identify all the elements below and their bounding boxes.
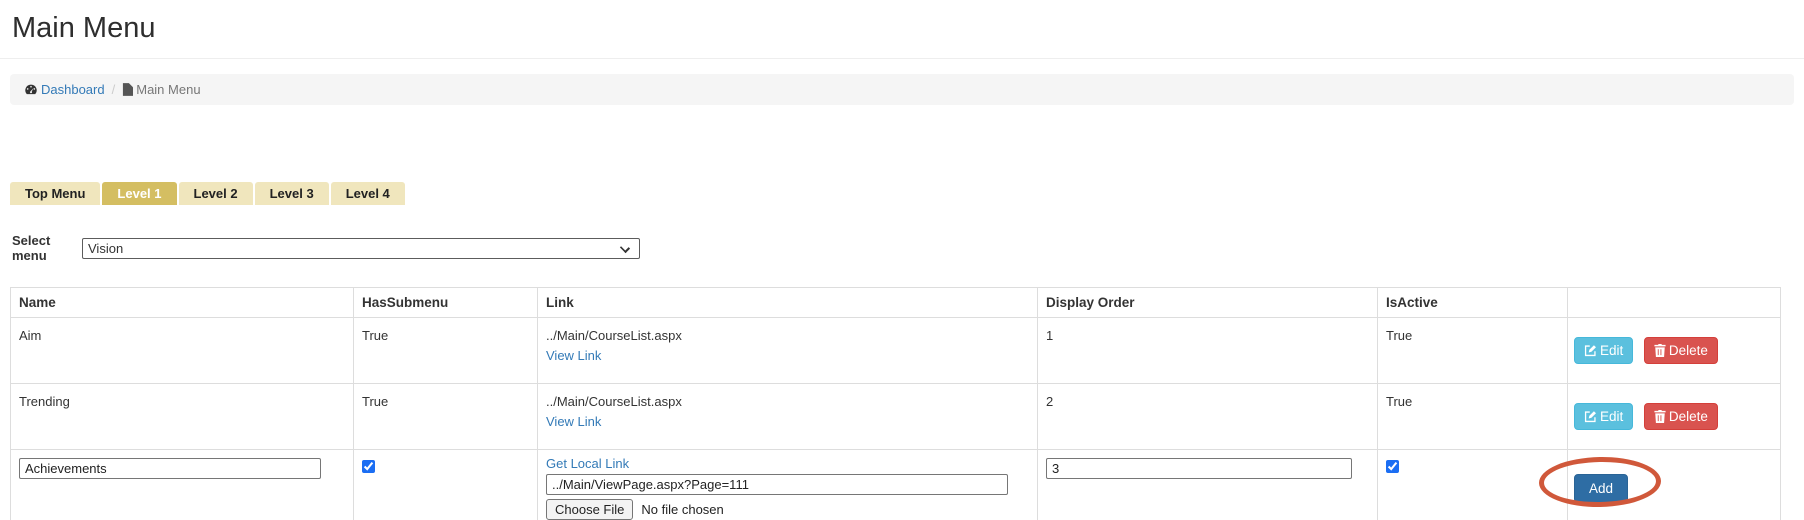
cell-link: ../Main/CourseList.aspx View Link	[538, 384, 1038, 450]
add-button-label: Add	[1589, 481, 1613, 496]
edit-icon	[1584, 410, 1597, 423]
tab-level-4[interactable]: Level 4	[331, 182, 405, 205]
tab-level-2[interactable]: Level 2	[179, 182, 253, 205]
view-link[interactable]: View Link	[546, 348, 601, 363]
display-order-input[interactable]	[1046, 458, 1352, 479]
header-actions	[1568, 288, 1781, 318]
cell-add-action: Add	[1568, 450, 1781, 520]
header-display-order: Display Order	[1038, 288, 1378, 318]
delete-button-label: Delete	[1669, 343, 1708, 358]
menu-select[interactable]: Vision	[82, 238, 640, 259]
cell-name: Trending	[11, 384, 354, 450]
header-link: Link	[538, 288, 1038, 318]
edit-icon	[1584, 344, 1597, 357]
header-divider	[0, 58, 1804, 59]
cell-has-submenu: True	[354, 384, 538, 450]
cell-display-order-input	[1038, 450, 1378, 520]
select-menu-row: Select menu Vision	[12, 233, 1804, 263]
header-name: Name	[11, 288, 354, 318]
menu-table: Name HasSubmenu Link Display Order IsAct…	[10, 287, 1781, 520]
choose-file-button[interactable]: Choose File	[546, 499, 633, 520]
edit-button-label: Edit	[1600, 409, 1623, 424]
file-icon	[122, 83, 133, 96]
cell-link-form: Get Local Link Choose File No file chose…	[538, 450, 1038, 520]
trash-icon	[1654, 410, 1666, 423]
name-input[interactable]	[19, 458, 321, 479]
cell-has-submenu-checkbox	[354, 450, 538, 520]
cell-name-input	[11, 450, 354, 520]
cell-is-active: True	[1378, 384, 1568, 450]
edit-button-label: Edit	[1600, 343, 1623, 358]
cell-is-active-checkbox	[1378, 450, 1568, 520]
cell-display-order: 1	[1038, 318, 1378, 384]
header-has-submenu: HasSubmenu	[354, 288, 538, 318]
tab-level-1[interactable]: Level 1	[102, 182, 176, 205]
edit-button[interactable]: Edit	[1574, 403, 1633, 430]
file-input-row: Choose File No file chosen	[546, 499, 1029, 520]
cell-is-active: True	[1378, 318, 1568, 384]
tab-level-3[interactable]: Level 3	[255, 182, 329, 205]
add-button[interactable]: Add	[1574, 474, 1628, 503]
cell-actions: Edit Delete	[1568, 318, 1781, 384]
breadcrumb-dashboard-link[interactable]: Dashboard	[24, 82, 105, 97]
breadcrumb-current: Main Menu	[122, 82, 200, 97]
chevron-down-icon	[620, 242, 630, 252]
is-active-checkbox[interactable]	[1386, 460, 1399, 473]
cell-actions: Edit Delete	[1568, 384, 1781, 450]
add-item-form-row: Get Local Link Choose File No file chose…	[11, 450, 1781, 520]
level-tabs: Top Menu Level 1 Level 2 Level 3 Level 4	[10, 182, 1804, 205]
link-path: ../Main/CourseList.aspx	[546, 326, 1029, 346]
file-status-text: No file chosen	[641, 502, 723, 517]
breadcrumb-dashboard-label: Dashboard	[41, 82, 105, 97]
cell-display-order: 2	[1038, 384, 1378, 450]
breadcrumb-current-label: Main Menu	[136, 82, 200, 97]
cell-name: Aim	[11, 318, 354, 384]
link-path: ../Main/CourseList.aspx	[546, 392, 1029, 412]
has-submenu-checkbox[interactable]	[362, 460, 375, 473]
delete-button[interactable]: Delete	[1644, 337, 1718, 364]
delete-button[interactable]: Delete	[1644, 403, 1718, 430]
table-row: Aim True ../Main/CourseList.aspx View Li…	[11, 318, 1781, 384]
link-url-input[interactable]	[546, 474, 1008, 495]
delete-button-label: Delete	[1669, 409, 1708, 424]
cell-has-submenu: True	[354, 318, 538, 384]
view-link[interactable]: View Link	[546, 414, 601, 429]
menu-select-value: Vision	[88, 241, 123, 256]
cell-link: ../Main/CourseList.aspx View Link	[538, 318, 1038, 384]
trash-icon	[1654, 344, 1666, 357]
table-row: Trending True ../Main/CourseList.aspx Vi…	[11, 384, 1781, 450]
get-local-link[interactable]: Get Local Link	[546, 456, 629, 471]
breadcrumb-separator: /	[112, 82, 116, 97]
tab-top-menu[interactable]: Top Menu	[10, 182, 100, 205]
dashboard-icon	[24, 83, 38, 96]
select-menu-label: Select menu	[12, 233, 82, 263]
edit-button[interactable]: Edit	[1574, 337, 1633, 364]
breadcrumb: Dashboard / Main Menu	[10, 74, 1794, 105]
header-is-active: IsActive	[1378, 288, 1568, 318]
page-title: Main Menu	[12, 12, 1804, 45]
table-header-row: Name HasSubmenu Link Display Order IsAct…	[11, 288, 1781, 318]
